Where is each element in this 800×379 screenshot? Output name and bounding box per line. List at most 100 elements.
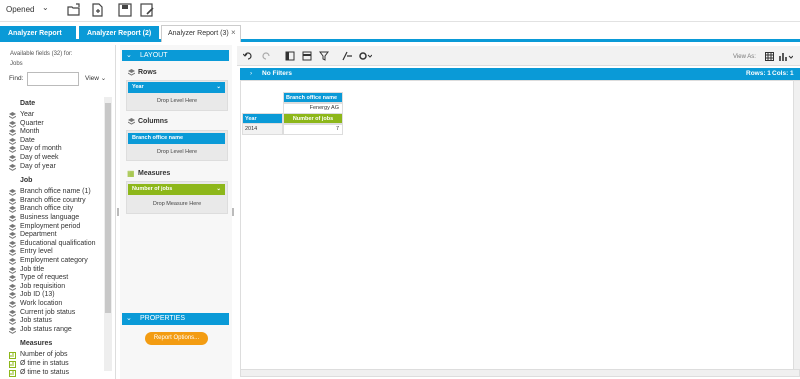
calculated-measure-icon[interactable] bbox=[341, 51, 353, 61]
field-item[interactable]: Day of year bbox=[20, 163, 56, 170]
group-header: Measures bbox=[20, 340, 53, 348]
tab-analyzer-report[interactable]: Analyzer Report bbox=[0, 26, 76, 41]
rows-chip-year[interactable]: Year ⌄ bbox=[128, 82, 225, 93]
field-item[interactable]: Day of month bbox=[20, 145, 62, 152]
field-item[interactable]: Ø time in status bbox=[20, 360, 69, 367]
chevron-down-icon[interactable]: ⌄ bbox=[42, 3, 49, 12]
filter-bar[interactable]: › No Filters Rows: 1 Cols: 1 bbox=[240, 68, 800, 80]
save-as-icon[interactable] bbox=[139, 2, 155, 18]
layout-toggle-icon[interactable] bbox=[285, 51, 295, 61]
measures-chip-number-of-jobs[interactable]: Number of jobs ⌄ bbox=[128, 184, 225, 195]
save-icon[interactable] bbox=[117, 2, 133, 18]
rows-drop-hint: Drop Level Here bbox=[156, 98, 198, 104]
view-dropdown[interactable]: View ⌄ bbox=[85, 74, 106, 82]
tab-analyzer-report-3[interactable]: Analyzer Report (3) bbox=[161, 25, 241, 42]
columns-chip-branch-office-name[interactable]: Branch office name bbox=[128, 133, 225, 144]
collapse-chevron-icon[interactable]: ⌄ bbox=[126, 51, 132, 59]
layout-title: LAYOUT bbox=[140, 52, 168, 59]
field-item[interactable]: Month bbox=[20, 128, 39, 135]
undo-icon[interactable] bbox=[243, 51, 253, 61]
properties-header[interactable]: PROPERTIES bbox=[122, 313, 229, 325]
close-tab-icon[interactable]: × bbox=[231, 28, 236, 37]
field-item[interactable]: Job ID (13) bbox=[20, 291, 55, 298]
dimension-field-icon bbox=[8, 318, 17, 326]
measures-drop-hint: Drop Measure Here bbox=[152, 201, 202, 207]
fields-scrollbar-thumb[interactable] bbox=[105, 103, 111, 313]
vertical-scrollbar[interactable] bbox=[793, 81, 800, 369]
view-label: View bbox=[85, 75, 99, 82]
available-fields-count: Available fields (32) for: bbox=[10, 51, 73, 57]
field-item[interactable]: Job status range bbox=[20, 326, 72, 333]
dimension-field-icon bbox=[8, 275, 17, 283]
field-item[interactable]: Current job status bbox=[20, 309, 75, 316]
dimension-field-icon bbox=[8, 223, 17, 231]
dimension-field-icon bbox=[8, 197, 17, 205]
data-source-name: Jobs bbox=[10, 61, 23, 67]
field-item[interactable]: Branch office country bbox=[20, 197, 86, 204]
dimension-field-icon bbox=[8, 240, 17, 248]
tab-analyzer-report-2[interactable]: Analyzer Report (2) bbox=[79, 26, 159, 41]
field-item[interactable]: Job requisition bbox=[20, 283, 65, 290]
horizontal-scrollbar[interactable] bbox=[240, 369, 800, 377]
field-item[interactable]: Employment category bbox=[20, 257, 88, 264]
field-item[interactable]: Branch office city bbox=[20, 205, 73, 212]
rows-label: Rows bbox=[138, 69, 157, 76]
expand-filter-chevron-icon[interactable]: › bbox=[250, 68, 252, 80]
measures-icon: ▦ bbox=[127, 169, 135, 178]
field-item[interactable]: Number of jobs bbox=[20, 351, 67, 358]
dimension-field-icon bbox=[8, 283, 17, 291]
dimension-field-icon bbox=[8, 189, 17, 197]
dimension-field-icon bbox=[8, 309, 17, 317]
redo-icon[interactable] bbox=[261, 51, 271, 61]
cols-count: Cols: 1 bbox=[772, 70, 794, 77]
view-as-label: View As: bbox=[733, 54, 756, 60]
field-item[interactable]: Date bbox=[20, 137, 35, 144]
settings-gear-icon[interactable] bbox=[358, 51, 372, 61]
field-item[interactable]: Employment period bbox=[20, 223, 80, 230]
field-item[interactable]: Educational qualification bbox=[20, 240, 96, 247]
table-grid-icon[interactable] bbox=[765, 52, 774, 61]
table-view-icon[interactable] bbox=[302, 51, 312, 61]
field-item[interactable]: Work location bbox=[20, 300, 62, 307]
dimension-field-icon bbox=[8, 206, 17, 214]
group-header: Date bbox=[20, 100, 36, 107]
dimension-field-icon bbox=[8, 266, 17, 274]
dimension-field-icon bbox=[8, 301, 17, 308]
field-item[interactable]: Type of request bbox=[20, 274, 68, 281]
field-item[interactable]: Branch office name (1) bbox=[20, 188, 91, 195]
field-item[interactable]: Job status bbox=[20, 317, 52, 324]
chip-label: Year bbox=[132, 84, 144, 90]
left-splitter-handle[interactable] bbox=[117, 208, 119, 216]
rows-icon bbox=[127, 69, 136, 78]
field-item[interactable]: Year bbox=[20, 111, 34, 118]
dimension-field-icon bbox=[8, 155, 17, 162]
chip-label: Branch office name bbox=[132, 135, 184, 141]
field-item[interactable]: Job title bbox=[20, 266, 44, 273]
field-item[interactable]: Day of week bbox=[20, 154, 59, 161]
new-file-icon[interactable] bbox=[90, 2, 106, 18]
dimension-field-icon bbox=[8, 129, 17, 137]
dimension-field-icon bbox=[8, 326, 17, 334]
field-item[interactable]: Quarter bbox=[20, 120, 44, 127]
collapse-properties-chevron-icon[interactable]: ⌄ bbox=[126, 314, 132, 322]
report-options-button[interactable]: Report Options... bbox=[145, 332, 208, 345]
layout-header[interactable]: LAYOUT bbox=[122, 50, 229, 61]
columns-label: Columns bbox=[138, 118, 168, 125]
field-item[interactable]: Entry level bbox=[20, 248, 53, 255]
opened-dropdown-label[interactable]: Opened bbox=[6, 5, 34, 14]
measure-field-icon bbox=[9, 369, 16, 377]
dimension-field-icon bbox=[8, 146, 17, 154]
group-header: Job bbox=[20, 177, 33, 185]
cell-value[interactable]: 7 bbox=[283, 123, 343, 135]
row-value-2014[interactable]: 2014 bbox=[242, 123, 283, 135]
measures-label: Measures bbox=[138, 170, 171, 177]
field-item[interactable]: Department bbox=[20, 231, 57, 238]
open-folder-icon[interactable] bbox=[66, 2, 82, 18]
chart-view-icon[interactable] bbox=[779, 52, 793, 61]
find-label: Find: bbox=[9, 75, 24, 82]
field-item[interactable]: Ø time to status bbox=[20, 369, 69, 376]
field-item[interactable]: Business language bbox=[20, 214, 79, 221]
find-input[interactable] bbox=[27, 72, 79, 86]
middle-splitter-handle[interactable] bbox=[232, 208, 234, 216]
filter-icon[interactable] bbox=[319, 51, 329, 61]
